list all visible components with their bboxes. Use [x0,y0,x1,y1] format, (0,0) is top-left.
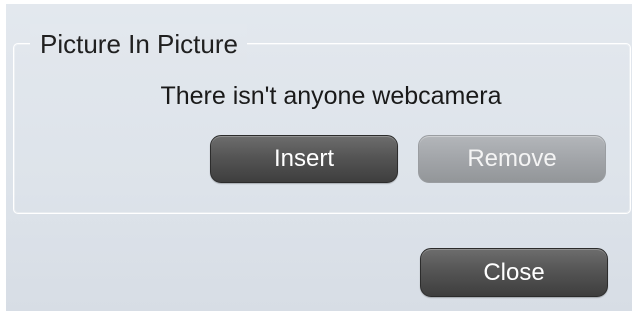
close-button[interactable]: Close [420,248,608,297]
insert-button[interactable]: Insert [210,135,398,183]
remove-button[interactable]: Remove [418,135,606,183]
picture-in-picture-dialog: Picture In Picture There isn't anyone we… [6,4,632,311]
no-webcam-message: There isn't anyone webcamera [160,82,502,110]
group-title: Picture In Picture [30,24,247,64]
picture-in-picture-group [13,43,631,214]
